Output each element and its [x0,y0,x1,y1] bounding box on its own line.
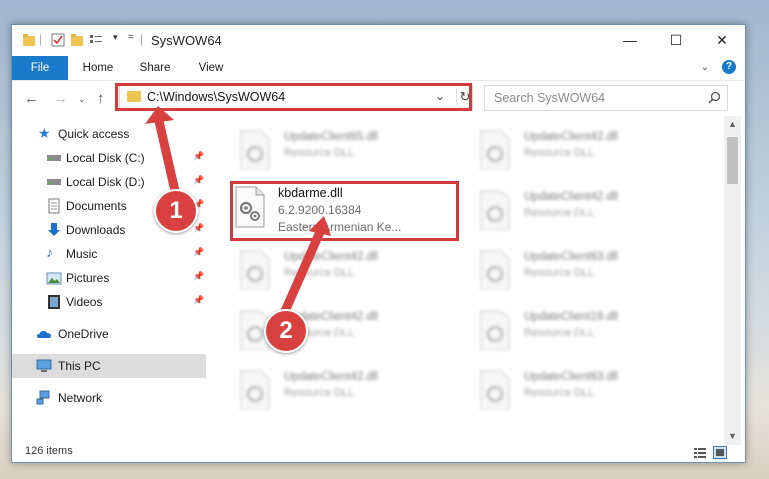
step-2-badge: 2 [264,309,308,353]
arrow-2-head [309,216,331,236]
arrow-2-shaft [277,227,325,323]
step-1-badge: 1 [154,189,198,233]
arrow-1-head [145,106,174,124]
annotation-arrows [145,106,331,323]
